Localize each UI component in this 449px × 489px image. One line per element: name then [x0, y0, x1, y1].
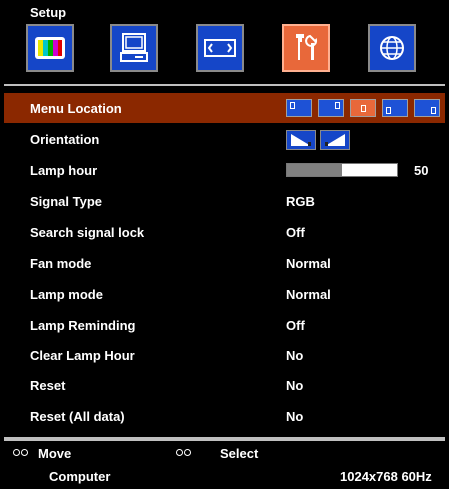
- search-signal-lock-label: Search signal lock: [30, 225, 145, 240]
- tab-picture[interactable]: [26, 24, 74, 72]
- signal-type-label: Signal Type: [30, 194, 102, 209]
- location-center-option[interactable]: [350, 99, 376, 117]
- tab-language[interactable]: [368, 24, 416, 72]
- computer-icon: [120, 33, 148, 62]
- globe-icon: [380, 36, 404, 60]
- clear-lamp-hour-value[interactable]: No: [286, 348, 303, 363]
- signal-resolution: 1024x768 60Hz: [340, 469, 432, 484]
- menu-item-reset[interactable]: Reset No: [4, 370, 445, 400]
- menu-item-search-signal-lock[interactable]: Search signal lock Off: [4, 217, 445, 247]
- menu-item-lamp-hour: Lamp hour 50: [4, 155, 445, 185]
- divider: [4, 84, 445, 86]
- orientation-rear-icon: [325, 134, 345, 146]
- lamp-hour-fill: [287, 164, 342, 176]
- orientation-label: Orientation: [30, 132, 100, 147]
- left-right-arrows-icon: [13, 449, 28, 456]
- orientation-front-icon: [291, 134, 311, 146]
- tab-setup[interactable]: [282, 24, 330, 72]
- select-hint: Select: [220, 446, 259, 461]
- screen-aspect-icon: [204, 39, 236, 57]
- lamp-reminding-label: Lamp Reminding: [30, 318, 136, 333]
- location-bottom-right-option[interactable]: [414, 99, 440, 117]
- lamp-hour-bar: [286, 163, 398, 177]
- menu-location-label: Menu Location: [30, 101, 122, 116]
- lamp-hour-value: 50: [414, 163, 429, 178]
- menu-tabs: [24, 24, 444, 74]
- input-source: Computer: [49, 469, 111, 484]
- lamp-hour-label: Lamp hour: [30, 163, 98, 178]
- up-down-arrows-icon: [176, 449, 191, 456]
- lamp-mode-value[interactable]: Normal: [286, 287, 331, 302]
- clear-lamp-hour-label: Clear Lamp Hour: [30, 348, 135, 363]
- menu-item-reset-all[interactable]: Reset (All data) No: [4, 401, 445, 431]
- reset-value[interactable]: No: [286, 378, 303, 393]
- menu-item-lamp-reminding[interactable]: Lamp Reminding Off: [4, 310, 445, 340]
- move-hint: Move: [38, 446, 72, 461]
- menu-item-clear-lamp-hour[interactable]: Clear Lamp Hour No: [4, 340, 445, 370]
- divider: [4, 437, 445, 441]
- location-top-left-option[interactable]: [286, 99, 312, 117]
- tab-screen[interactable]: [196, 24, 244, 72]
- fan-mode-value[interactable]: Normal: [286, 256, 331, 271]
- menu-item-orientation[interactable]: Orientation: [4, 124, 445, 154]
- signal-type-value[interactable]: RGB: [286, 194, 315, 209]
- osd-menu: Setup Menu Location Orientation Lamp hou…: [0, 0, 449, 489]
- tab-computer[interactable]: [110, 24, 158, 72]
- search-signal-lock-value[interactable]: Off: [286, 225, 305, 240]
- menu-item-lamp-mode[interactable]: Lamp mode Normal: [4, 279, 445, 309]
- lamp-mode-label: Lamp mode: [30, 287, 103, 302]
- reset-all-value[interactable]: No: [286, 409, 303, 424]
- lamp-reminding-value[interactable]: Off: [286, 318, 305, 333]
- menu-item-menu-location[interactable]: Menu Location: [4, 93, 445, 123]
- reset-label: Reset: [30, 378, 66, 393]
- reset-all-label: Reset (All data): [30, 409, 125, 424]
- orientation-option-2[interactable]: [320, 130, 350, 150]
- tools-icon: [296, 34, 318, 60]
- location-top-right-option[interactable]: [318, 99, 344, 117]
- location-bottom-left-option[interactable]: [382, 99, 408, 117]
- menu-item-signal-type[interactable]: Signal Type RGB: [4, 186, 445, 216]
- orientation-option-1[interactable]: [286, 130, 316, 150]
- color-bars-icon: [35, 37, 65, 59]
- fan-mode-label: Fan mode: [30, 256, 92, 271]
- page-title: Setup: [30, 5, 67, 20]
- menu-item-fan-mode[interactable]: Fan mode Normal: [4, 248, 445, 278]
